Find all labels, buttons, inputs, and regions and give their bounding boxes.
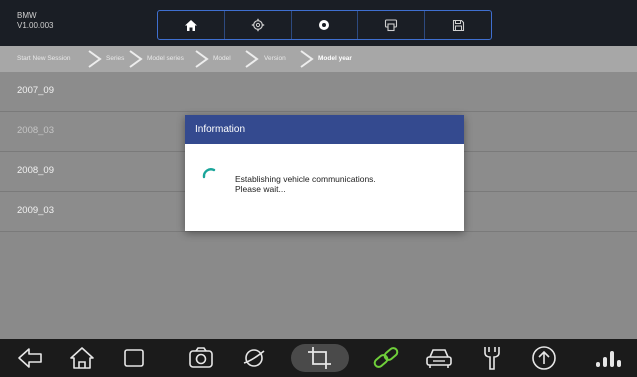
chevron-right-icon — [245, 50, 259, 68]
record-icon — [319, 20, 330, 30]
crop-icon — [308, 347, 331, 369]
toolbar-settings-button[interactable] — [225, 11, 292, 39]
app-version: V1.00.003 — [17, 21, 54, 30]
screenshot-crop-button[interactable] — [291, 344, 349, 372]
app-info: BMW V1.00.003 — [17, 11, 53, 31]
breadcrumb-item-model-series[interactable]: Model series — [147, 46, 184, 72]
toolbar-record-button[interactable] — [292, 11, 359, 39]
list-item[interactable]: 2007_09 — [0, 72, 637, 112]
vehicle-button[interactable] — [425, 344, 453, 372]
signal-strength-button[interactable] — [594, 344, 622, 372]
chevron-right-icon — [88, 50, 102, 68]
dialog-message: Establishing vehicle communications. Ple… — [235, 174, 376, 194]
bottom-nav-bar — [0, 339, 637, 377]
breadcrumb-item-model[interactable]: Model — [213, 46, 231, 72]
home-button[interactable] — [68, 344, 96, 372]
upload-button[interactable] — [530, 344, 558, 372]
tools-button[interactable] — [478, 344, 506, 372]
dialog-message-line1: Establishing vehicle communications. — [235, 174, 376, 184]
breadcrumb: Start New Session Series Model series Mo… — [0, 46, 637, 72]
camera-icon — [189, 347, 213, 368]
home-icon — [184, 19, 197, 31]
dialog-title: Information — [185, 115, 464, 144]
link-icon — [373, 347, 399, 368]
empty-area — [0, 234, 637, 339]
browser-button[interactable] — [240, 344, 268, 372]
information-dialog: Information Establishing vehicle communi… — [185, 115, 464, 231]
recent-apps-button[interactable] — [120, 344, 148, 372]
chevron-right-icon — [129, 50, 143, 68]
upload-icon — [532, 346, 556, 370]
toolbar-print-button[interactable] — [358, 11, 426, 39]
breadcrumb-item-series[interactable]: Series — [106, 46, 124, 72]
list-item-label: 2007_09 — [17, 85, 54, 96]
toolbar-home-button[interactable] — [158, 11, 225, 39]
connection-button[interactable] — [372, 344, 400, 372]
recent-apps-icon — [124, 349, 144, 367]
breadcrumb-item-model-year: Model year — [318, 55, 352, 62]
back-icon — [18, 348, 42, 368]
tools-icon — [484, 347, 500, 370]
toolbar-save-button[interactable] — [425, 11, 491, 39]
dialog-body: Establishing vehicle communications. Ple… — [185, 144, 464, 231]
list-item-label: 2008_03 — [17, 125, 54, 136]
home-icon — [70, 347, 94, 369]
back-button[interactable] — [16, 344, 44, 372]
save-icon — [452, 19, 464, 31]
chevron-right-icon — [300, 50, 314, 68]
top-bar: BMW V1.00.003 — [0, 0, 637, 46]
chevron-right-icon — [195, 50, 209, 68]
list-item-label: 2008_09 — [17, 165, 54, 176]
camera-button[interactable] — [187, 344, 215, 372]
toolbar — [157, 10, 492, 40]
car-icon — [426, 349, 452, 368]
browser-icon — [243, 349, 265, 367]
signal-icon — [596, 351, 621, 367]
app-name: BMW — [17, 11, 37, 20]
dialog-message-line2: Please wait... — [235, 184, 286, 194]
breadcrumb-item-version[interactable]: Version — [264, 46, 286, 72]
print-icon — [385, 19, 398, 32]
breadcrumb-item-start-new-session[interactable]: Start New Session — [17, 46, 70, 72]
loading-spinner-icon — [202, 168, 216, 179]
gear-icon — [251, 18, 264, 32]
list-item-label: 2009_03 — [17, 205, 54, 216]
